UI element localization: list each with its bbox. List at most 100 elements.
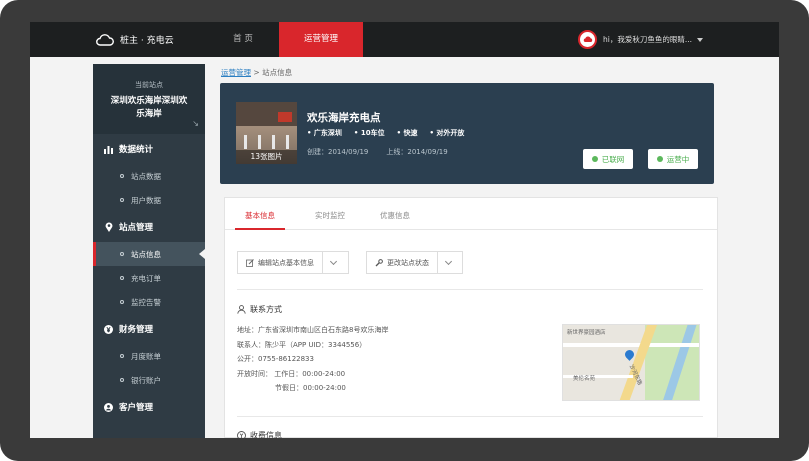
section-finance[interactable]: 财务管理 xyxy=(93,314,205,344)
station-name: 深圳欢乐海岸深圳欢乐海岸 xyxy=(110,96,188,119)
sidebar-item-monitoring-alerts[interactable]: 监控告警 xyxy=(93,290,205,314)
status-dot-icon xyxy=(591,156,598,162)
brand-logo[interactable]: 桩主 · 充电云 xyxy=(96,32,174,47)
divider xyxy=(237,289,703,290)
contact-person: 联系人：陈少平（APP UID：3344556） xyxy=(237,340,367,349)
contact-phone: 公开：0755-86122833 xyxy=(237,355,314,363)
brand-name: 桩主 · 充电云 xyxy=(120,36,174,46)
state-dropdown-toggle[interactable] xyxy=(438,257,458,265)
app-screen: 桩主 · 充电云 首 页 运营管理 hi，我爱秋刀鱼鱼的眼睛... 当前站点 深… xyxy=(30,22,779,438)
user-menu[interactable]: hi，我爱秋刀鱼鱼的眼睛... xyxy=(578,30,703,49)
status-dot-icon xyxy=(656,156,663,162)
map-label: 美伦名苑 xyxy=(573,376,596,382)
bullet-icon xyxy=(120,378,124,382)
contact-address: 地址：广东省深圳市南山区白石东路8号欢乐海岸 xyxy=(237,326,389,334)
sidebar-item-label: 充电订单 xyxy=(131,273,161,283)
change-state-label[interactable]: 更改站点状态 xyxy=(367,252,438,273)
bullet-icon xyxy=(120,354,124,358)
photo-charger xyxy=(244,135,247,149)
sidebar-item-bank-account[interactable]: 银行账户 xyxy=(93,368,205,392)
sidebar-item-label: 银行账户 xyxy=(131,375,161,385)
section-statistics[interactable]: 数据统计 xyxy=(93,134,205,164)
photo-charger xyxy=(272,135,275,149)
bullet-icon xyxy=(120,174,124,178)
wrench-icon xyxy=(375,258,383,266)
yen-circle-icon xyxy=(237,431,246,438)
change-state-button[interactable]: 更改站点状态 xyxy=(366,251,463,274)
nav-operations[interactable]: 运营管理 xyxy=(279,22,363,57)
bullet-icon xyxy=(120,300,124,304)
section-title-text: 收费信息 xyxy=(250,431,282,438)
section-title-text: 联系方式 xyxy=(250,305,282,314)
button-label: 编辑站点基本信息 xyxy=(258,258,314,267)
divider xyxy=(237,416,703,417)
station-tags: • 广东深圳 • 10车位 • 快速 • 对外开放 xyxy=(307,128,476,138)
status-label: 已联网 xyxy=(601,154,625,164)
location-map[interactable]: 新世界豪园酒店 美伦名苑 沙河东路 xyxy=(562,324,700,401)
status-badge-operating[interactable]: 运营中 xyxy=(648,149,698,169)
bullet-icon xyxy=(120,276,124,280)
tag-access: • 对外开放 xyxy=(429,129,465,137)
sidebar-item-label: 监控告警 xyxy=(131,297,161,307)
button-label: 更改站点状态 xyxy=(387,258,429,267)
person-icon xyxy=(237,305,246,314)
section-label: 数据统计 xyxy=(119,145,154,155)
sidebar-item-label: 站点信息 xyxy=(131,249,161,259)
bar-chart-icon xyxy=(104,145,113,154)
location-pin-icon xyxy=(104,222,113,232)
charging-section-title: 收费信息 xyxy=(237,430,282,438)
current-station[interactable]: 当前站点 深圳欢乐海岸深圳欢乐海岸 ↘ xyxy=(93,64,205,134)
sidebar: 当前站点 深圳欢乐海岸深圳欢乐海岸 ↘ 数据统计 站点数据 用户数据 站点管理 … xyxy=(93,64,205,438)
section-customers[interactable]: 客户管理 xyxy=(93,392,205,422)
section-station-management[interactable]: 站点管理 xyxy=(93,212,205,242)
station-title: 欢乐海岸充电点 xyxy=(307,112,381,124)
tab-bar: 基本信息 实时监控 优惠信息 xyxy=(225,198,717,230)
user-circle-icon xyxy=(104,402,113,412)
nav-home[interactable]: 首 页 xyxy=(220,22,266,57)
photo-charger xyxy=(286,135,289,149)
sidebar-item-charging-orders[interactable]: 充电订单 xyxy=(93,266,205,290)
photo-charger xyxy=(258,135,261,149)
breadcrumb: 运营管理 > 站点信息 xyxy=(221,67,292,78)
bullet-icon xyxy=(120,252,124,256)
bullet-icon xyxy=(120,198,124,202)
avatar xyxy=(578,30,597,49)
tab-promotions[interactable]: 优惠信息 xyxy=(370,198,420,230)
station-detail-card: 基本信息 实时监控 优惠信息 编辑站点基本信息 更改站点状态 联系方式 地址：广… xyxy=(224,197,718,438)
chevron-down-icon xyxy=(697,37,703,42)
tag-speed: • 快速 xyxy=(396,129,418,137)
station-photo[interactable]: 13张图片 xyxy=(236,102,297,164)
edit-station-button[interactable]: 编辑站点基本信息 xyxy=(237,251,349,274)
section-label: 财务管理 xyxy=(119,325,154,335)
sidebar-item-user-data[interactable]: 用户数据 xyxy=(93,188,205,212)
map-road xyxy=(563,343,699,347)
status-badge-network[interactable]: 已联网 xyxy=(583,149,633,169)
breadcrumb-link[interactable]: 运营管理 xyxy=(221,68,251,77)
station-header: 13张图片 欢乐海岸充电点 • 广东深圳 • 10车位 • 快速 • 对外开放 … xyxy=(220,83,714,184)
edit-station-label[interactable]: 编辑站点基本信息 xyxy=(238,252,323,273)
tab-realtime-monitor[interactable]: 实时监控 xyxy=(305,198,355,230)
edit-icon xyxy=(246,258,254,267)
edit-dropdown-toggle[interactable] xyxy=(323,257,343,265)
online-date: 上线：2014/09/19 xyxy=(386,148,448,156)
user-greeting: hi，我爱秋刀鱼鱼的眼睛... xyxy=(603,35,692,44)
tag-spaces: • 10车位 xyxy=(353,129,385,137)
sidebar-item-station-info[interactable]: 站点信息 xyxy=(93,242,205,266)
sidebar-item-label: 月度账单 xyxy=(131,351,161,361)
tab-basic-info[interactable]: 基本信息 xyxy=(235,198,285,230)
contact-section-title: 联系方式 xyxy=(237,304,282,315)
contact-info: 地址：广东省深圳市南山区白石东路8号欢乐海岸 联系人：陈少平（APP UID：3… xyxy=(237,323,388,396)
sidebar-item-monthly-bills[interactable]: 月度账单 xyxy=(93,344,205,368)
sidebar-item-station-data[interactable]: 站点数据 xyxy=(93,164,205,188)
yen-coin-icon xyxy=(104,324,113,334)
section-label: 站点管理 xyxy=(119,223,154,233)
sidebar-item-label: 用户数据 xyxy=(131,195,161,205)
top-bar: 桩主 · 充电云 首 页 运营管理 hi，我爱秋刀鱼鱼的眼睛... xyxy=(30,22,779,57)
expand-arrow-icon[interactable]: ↘ xyxy=(192,119,199,128)
chevron-down-icon xyxy=(329,257,337,265)
cloud-icon xyxy=(583,36,592,42)
section-label: 客户管理 xyxy=(119,403,154,413)
station-caption: 当前站点 xyxy=(135,81,163,89)
station-dates: 创建：2014/09/19 上线：2014/09/19 xyxy=(307,147,466,157)
created-date: 创建：2014/09/19 xyxy=(307,148,369,156)
